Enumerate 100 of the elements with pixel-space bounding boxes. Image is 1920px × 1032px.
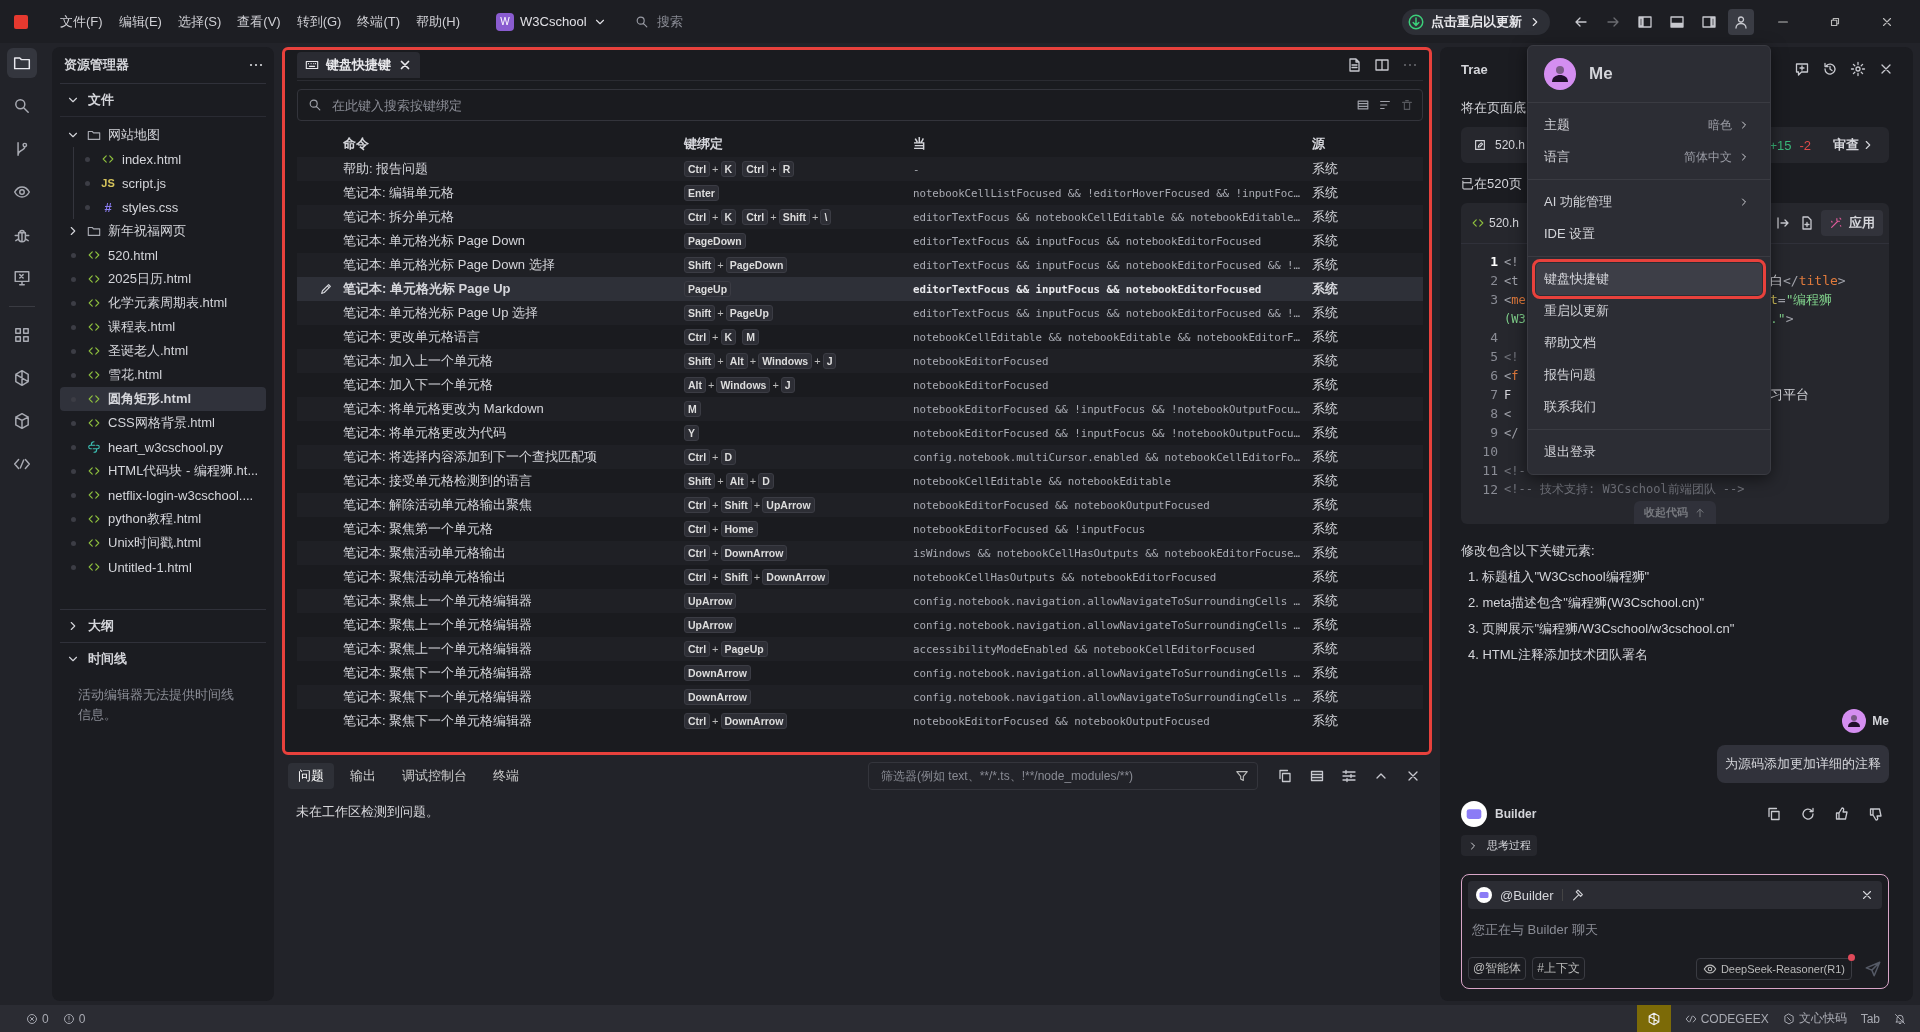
file-tree-item[interactable]: 2025日历.html xyxy=(60,267,266,291)
plus-sign: + xyxy=(712,331,719,343)
table-row[interactable]: 笔记本: 聚焦上一个单元格编辑器 UpArrow config.notebook.navigation.allowNavigateToSurroundingCells … 系统 xyxy=(297,613,1423,637)
menu-item[interactable]: 报告问题 xyxy=(1536,359,1762,391)
filter-field[interactable]: 筛选器(例如 text、**/*.ts、!**/node_modules/**) xyxy=(868,762,1258,790)
thinking-toggle[interactable]: 思考过程 xyxy=(1461,835,1537,856)
file-tree-item[interactable]: python教程.html xyxy=(60,507,266,531)
table-row[interactable]: 帮助: 报告问题 Ctrl + K Ctrl + R - 系统 xyxy=(297,157,1423,181)
menu-item[interactable]: 联系我们 xyxy=(1536,391,1762,423)
column-header[interactable]: 当 xyxy=(913,135,1312,153)
context-button[interactable]: #上下文 xyxy=(1532,957,1585,980)
warning-count[interactable]: 0 xyxy=(78,1011,86,1026)
chat-input[interactable]: 您正在与 Builder 聊天 xyxy=(1468,915,1882,943)
table-row[interactable]: 笔记本: 单元格光标 Page Up 选择 Shift + PageUp editorTextFocus && inputFocus && notebookEditorFocused && !… 系统 xyxy=(297,301,1423,325)
menu-item[interactable]: 退出登录 xyxy=(1536,436,1762,468)
column-header[interactable]: 命令 xyxy=(343,135,684,153)
menu-item[interactable]: IDE 设置 xyxy=(1536,218,1762,250)
file-tree-item[interactable]: 圆角矩形.html xyxy=(60,387,266,411)
section-header[interactable]: 文件 xyxy=(60,83,266,116)
status-item[interactable]: 文心快码 xyxy=(1782,1010,1847,1027)
panel-tab[interactable]: 问题 xyxy=(288,763,334,789)
plus-sign: + xyxy=(712,523,719,535)
update-button[interactable]: 点击重启以更新 xyxy=(1402,8,1550,35)
key-cap: J xyxy=(780,377,795,393)
table-row[interactable]: 笔记本: 更改单元格语言 Ctrl + K M notebookCellEditable && notebookEditable && notebookEditorF… 系统 xyxy=(297,325,1423,349)
table-row[interactable]: 笔记本: 聚焦活动单元格输出 Ctrl + DownArrow isWindows && notebookCellHasOutputs && notebookEditorFocuse… 系统 xyxy=(297,541,1423,565)
file-tree-item[interactable]: CSS网格背景.html xyxy=(60,411,266,435)
table-cell-text: config.notebook.navigation.allowNavigateToSurroundingCells … xyxy=(913,690,1302,704)
file-tree-item[interactable]: 化学元素周期表.html xyxy=(60,291,266,315)
menu-item[interactable]: 终端(T) xyxy=(349,12,409,31)
table-row[interactable]: 笔记本: 加入上一个单元格 Shift + Alt + Windows + J notebookEditorFocused 系统 xyxy=(297,349,1423,373)
file-tree-item[interactable]: 雪花.html xyxy=(60,363,266,387)
table-row[interactable]: 笔记本: 加入下一个单元格 Alt + Windows + J notebookEditorFocused 系统 xyxy=(297,373,1423,397)
table-row[interactable]: 笔记本: 解除活动单元格输出聚焦 Ctrl + Shift + UpArrow notebookEditorFocused && notebookOutputFocused 系统 xyxy=(297,493,1423,517)
file-tree-item[interactable]: Unix时间戳.html xyxy=(60,531,266,555)
menu-item[interactable]: 语言 简体中文 xyxy=(1536,141,1762,173)
search-input[interactable]: 在此键入搜索按键绑定 xyxy=(330,96,1348,114)
section-header[interactable]: 大纲 xyxy=(60,609,266,642)
file-tree-item[interactable]: # styles.css xyxy=(74,195,266,219)
column-header[interactable]: 键绑定 xyxy=(684,135,913,153)
search-field[interactable]: 在此键入搜索按键绑定 xyxy=(297,89,1423,121)
file-tree-item[interactable]: 520.html xyxy=(60,243,266,267)
table-row[interactable]: 笔记本: 聚焦下一个单元格编辑器 Ctrl + DownArrow notebookEditorFocused && notebookOutputFocused 系统 xyxy=(297,709,1423,733)
file-tree-item[interactable]: netflix-login-w3cschool.... xyxy=(60,483,266,507)
code-text: <!-- 技术支持: W3Cschool前端团队 --> xyxy=(1504,482,1745,496)
file-tree-item[interactable]: JS script.js xyxy=(74,171,266,195)
menu-item[interactable]: 转到(G) xyxy=(288,12,350,31)
table-row[interactable]: 笔记本: 拆分单元格 Ctrl + K Ctrl + Shift + \ editorTextFocus && notebookCellEditable && notebookEditable… 系统 xyxy=(297,205,1423,229)
column-header[interactable]: 源 xyxy=(1312,135,1392,153)
menu-item[interactable]: 帮助文档 xyxy=(1536,327,1762,359)
panel-tab[interactable]: 输出 xyxy=(340,763,386,789)
status-item[interactable]: Tab xyxy=(1860,1011,1880,1026)
file-tree-item[interactable]: HTML代码块 - 编程狮.ht... xyxy=(60,459,266,483)
panel-tab[interactable]: 调试控制台 xyxy=(392,763,477,789)
file-tree-item[interactable]: Untitled-1.html xyxy=(60,555,266,579)
table-cell-text: 笔记本: 聚焦第一个单元格 xyxy=(343,520,495,538)
menu-item[interactable]: 重启以更新 xyxy=(1536,295,1762,327)
apply-button[interactable]: 应用 xyxy=(1821,210,1883,236)
search-field[interactable]: 搜索 xyxy=(654,13,919,30)
review-button[interactable]: 审查 xyxy=(1833,136,1875,154)
menu-item[interactable]: 主题 暗色 xyxy=(1536,109,1762,141)
table-row[interactable]: 笔记本: 单元格光标 Page Down PageDown editorTextFocus && inputFocus && notebookEditorFocused 系统 xyxy=(297,229,1423,253)
table-row[interactable]: 笔记本: 编辑单元格 Enter notebookCellListFocused && !editorHoverFocused && !inputFoc… 系统 xyxy=(297,181,1423,205)
table-row[interactable]: 笔记本: 聚焦第一个单元格 Ctrl + Home notebookEditorFocused && !inputFocus 系统 xyxy=(297,517,1423,541)
table-row[interactable]: 笔记本: 聚焦下一个单元格编辑器 DownArrow config.notebook.navigation.allowNavigateToSurroundingCells … 系统 xyxy=(297,685,1423,709)
key-cap: PageDown xyxy=(684,233,746,249)
status-item[interactable]: CODEGEEX xyxy=(1684,1011,1769,1026)
file-tree-item[interactable]: 课程表.html xyxy=(60,315,266,339)
filter-input[interactable]: 筛选器(例如 text、**/*.ts、!**/node_modules/**) xyxy=(879,768,1235,784)
menu-item[interactable]: 帮助(H) xyxy=(408,12,469,31)
menu-item[interactable]: AI 功能管理 xyxy=(1536,186,1762,218)
menu-item[interactable]: 选择(S) xyxy=(169,12,230,31)
table-row[interactable]: 笔记本: 将单元格更改为代码 Y notebookEditorFocused && !inputFocus && !notebookOutputFocu… 系统 xyxy=(297,421,1423,445)
menu-item[interactable]: 查看(V) xyxy=(229,12,289,31)
table-row[interactable]: 笔记本: 接受单元格检测到的语言 Shift + Alt + D notebookCellEditable && notebookEditable 系统 xyxy=(297,469,1423,493)
key-cap: Ctrl xyxy=(684,569,711,585)
editor-tab[interactable]: 键盘快捷键 xyxy=(297,52,420,78)
table-row[interactable]: 笔记本: 聚焦活动单元格输出 Ctrl + Shift + DownArrow notebookCellHasOutputs && notebookEditorFocused 系统 xyxy=(297,565,1423,589)
table-row[interactable]: 笔记本: 将选择内容添加到下一个查找匹配项 Ctrl + D config.notebook.multiCursor.enabled && notebookCellEditorFo… 系统 xyxy=(297,445,1423,469)
project-selector[interactable]: W W3Cschool xyxy=(488,8,615,35)
file-tree-item[interactable]: 网站地图 xyxy=(60,123,266,147)
menu-item[interactable]: 编辑(E) xyxy=(110,12,170,31)
context-button[interactable]: @智能体 xyxy=(1468,957,1527,980)
model-selector[interactable]: DeepSeek-Reasoner(R1) xyxy=(1695,957,1852,980)
file-tree-item[interactable]: 圣诞老人.html xyxy=(60,339,266,363)
table-row[interactable]: 笔记本: 将单元格更改为 Markdown M notebookEditorFocused && !inputFocus && !notebookOutputFocu… 系统 xyxy=(297,397,1423,421)
table-row[interactable]: 笔记本: 聚焦上一个单元格编辑器 UpArrow config.notebook.navigation.allowNavigateToSurroundingCells … 系统 xyxy=(297,589,1423,613)
panel-tab[interactable]: 终端 xyxy=(483,763,529,789)
file-tree-item[interactable]: 新年祝福网页 xyxy=(60,219,266,243)
file-tree-item[interactable]: heart_w3cschool.py xyxy=(60,435,266,459)
table-cell-text: config.notebook.navigation.allowNavigateToSurroundingCells … xyxy=(913,594,1302,608)
file-tree-item[interactable]: index.html xyxy=(74,147,266,171)
error-count[interactable]: 0 xyxy=(42,1011,49,1026)
table-row[interactable]: 笔记本: 单元格光标 Page Down 选择 Shift + PageDown editorTextFocus && inputFocus && notebookEditorFocused && !… 系统 xyxy=(297,253,1423,277)
table-row[interactable]: 笔记本: 聚焦上一个单元格编辑器 Ctrl + PageUp accessibilityModeEnabled && notebookCellEditorFocused 系统 xyxy=(297,637,1423,661)
table-row[interactable]: 笔记本: 单元格光标 Page Up PageUp editorTextFocus && inputFocus && notebookEditorFocused 系统 xyxy=(297,277,1423,301)
menu-item[interactable]: 文件(F) xyxy=(52,12,111,31)
table-row[interactable]: 笔记本: 聚焦下一个单元格编辑器 DownArrow config.notebook.navigation.allowNavigateToSurroundingCells … 系统 xyxy=(297,661,1423,685)
plus-sign: + xyxy=(770,211,777,223)
section-header[interactable]: 时间线 xyxy=(60,642,266,675)
